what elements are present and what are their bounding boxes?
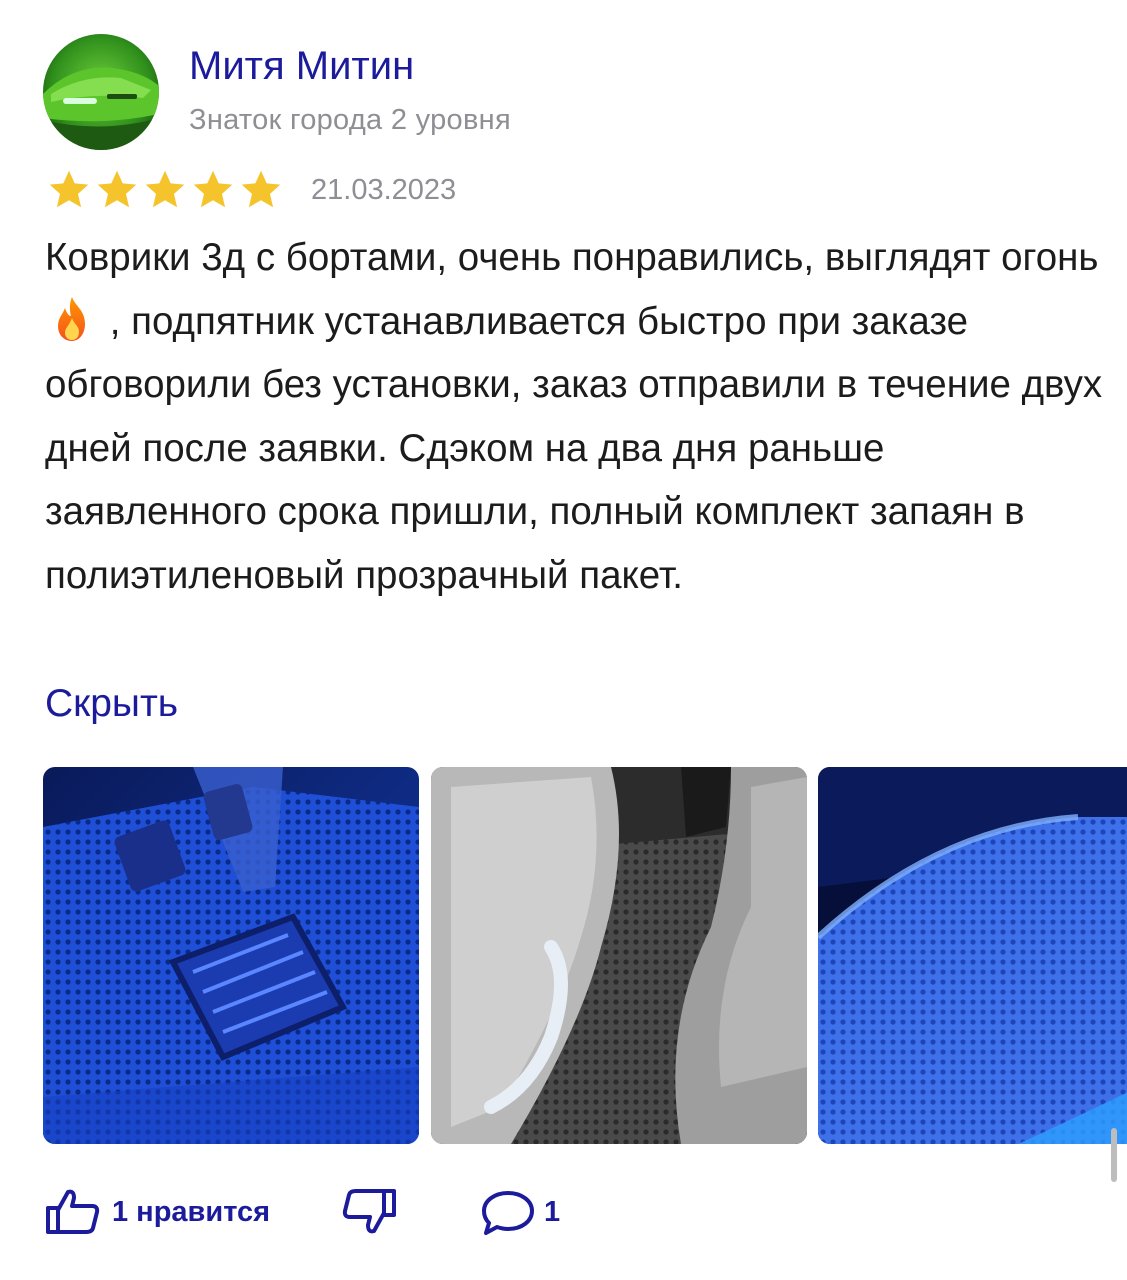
- comment-button[interactable]: 1: [480, 1180, 560, 1244]
- author-name[interactable]: Митя Митин: [189, 44, 414, 89]
- green-car-avatar-icon: [43, 34, 159, 150]
- review-text: Коврики 3д с бортами, очень понравились,…: [45, 226, 1115, 607]
- like-button[interactable]: 1 нравится: [44, 1180, 270, 1244]
- hide-text-link[interactable]: Скрыть: [45, 682, 178, 726]
- like-label: 1 нравится: [112, 1195, 271, 1228]
- dislike-button[interactable]: [342, 1180, 398, 1244]
- star-icon: [193, 170, 233, 208]
- thumbs-up-icon: [46, 1189, 100, 1234]
- fire-icon: [47, 294, 97, 344]
- review-text-part-2: , подпятник устанавливается быстро при з…: [45, 299, 1113, 597]
- star-icon: [241, 170, 281, 208]
- avatar[interactable]: [43, 34, 159, 150]
- comment-count: 1: [544, 1195, 561, 1228]
- comment-icon: [482, 1191, 534, 1235]
- review-photo[interactable]: [818, 767, 1127, 1144]
- star-icon: [49, 170, 89, 208]
- star-icon: [145, 170, 185, 208]
- thumbs-down-icon: [342, 1189, 396, 1234]
- review-date: 21.03.2023: [311, 174, 457, 206]
- review-photo[interactable]: [43, 767, 419, 1144]
- review-text-part-1: Коврики 3д с бортами, очень понравились,…: [45, 236, 1099, 279]
- scrollbar[interactable]: [1111, 1128, 1117, 1182]
- review-card: Митя Митин Знаток города 2 уровня 21.03.…: [0, 0, 1127, 1280]
- star-icon: [97, 170, 137, 208]
- review-photo[interactable]: [431, 767, 807, 1144]
- rating-stars: [46, 168, 284, 212]
- author-level: Знаток города 2 уровня: [189, 104, 511, 136]
- photo-gallery[interactable]: [43, 767, 1127, 1144]
